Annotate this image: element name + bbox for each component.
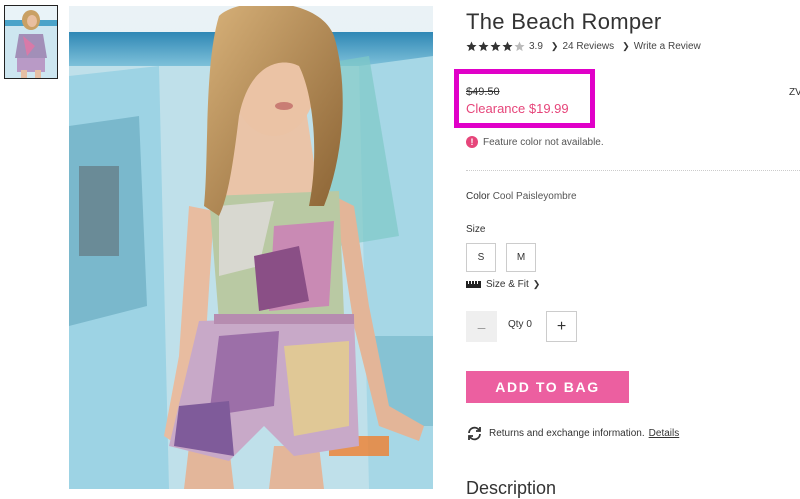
product-main-image — [69, 6, 433, 489]
size-option-m[interactable]: M — [506, 243, 536, 272]
size-fit-link[interactable]: Size & Fit ❯ — [466, 279, 540, 290]
quantity-increase-button[interactable]: + — [546, 311, 577, 342]
color-value: Cool Paisleyombre — [492, 191, 577, 202]
chevron-right-icon: ❯ — [532, 279, 541, 289]
color-unavailable-notice: ! Feature color not available. — [466, 136, 604, 148]
price-highlight-box — [454, 69, 595, 128]
write-review-link[interactable]: Write a Review — [634, 41, 701, 52]
thumbnail-image — [5, 6, 57, 78]
size-option-s[interactable]: S — [466, 243, 496, 272]
ruler-icon — [466, 281, 481, 288]
section-divider — [466, 170, 800, 171]
quantity-decrease-button[interactable]: – — [466, 311, 497, 342]
add-to-bag-button[interactable]: ADD TO BAG — [466, 371, 629, 403]
cut-off-text: ZV — [789, 87, 800, 98]
chevron-right-icon: ❯ — [550, 41, 559, 51]
refresh-icon — [468, 426, 481, 441]
star-filled-icon — [478, 41, 489, 52]
star-filled-icon — [490, 41, 501, 52]
rating-row: 3.9 ❯ 24 Reviews ❯ Write a Review — [466, 41, 701, 52]
product-thumbnail[interactable] — [4, 5, 58, 79]
reviews-link[interactable]: 24 Reviews — [562, 41, 614, 52]
original-price: $49.50 — [466, 86, 500, 98]
alert-icon: ! — [466, 136, 478, 148]
size-fit-label: Size & Fit — [486, 279, 529, 290]
product-title: The Beach Romper — [466, 9, 662, 34]
star-empty-icon — [514, 41, 525, 52]
star-filled-icon — [502, 41, 513, 52]
quantity-value: Qty 0 — [508, 319, 532, 330]
returns-text: Returns and exchange information. — [489, 428, 645, 439]
returns-info: Returns and exchange information. Detail… — [466, 426, 679, 441]
chevron-right-icon: ❯ — [622, 41, 630, 51]
color-selection: Color Cool Paisleyombre — [466, 191, 577, 202]
clearance-price: Clearance $19.99 — [466, 101, 569, 116]
rating-stars — [466, 41, 525, 52]
returns-details-link[interactable]: Details — [649, 428, 680, 439]
color-label: Color — [466, 191, 490, 202]
star-filled-icon — [466, 41, 477, 52]
rating-value: 3.9 — [529, 41, 543, 52]
size-label: Size — [466, 224, 486, 235]
notice-text: Feature color not available. — [483, 136, 604, 148]
